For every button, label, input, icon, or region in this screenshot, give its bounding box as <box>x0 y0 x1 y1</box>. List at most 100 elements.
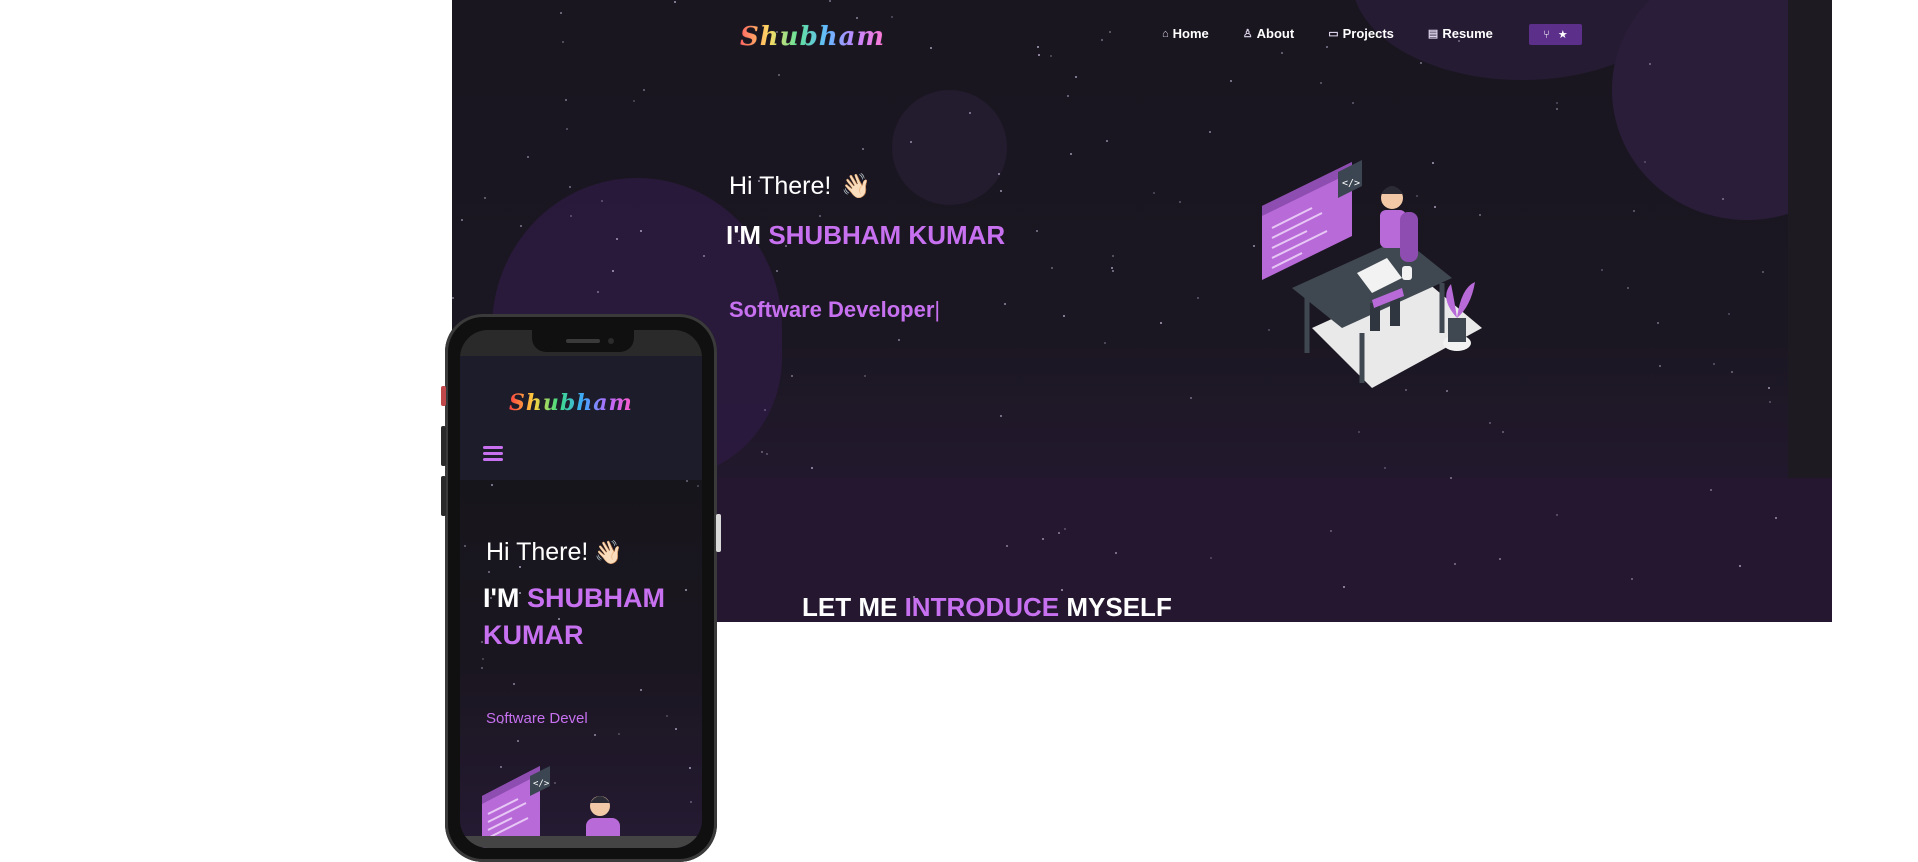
nav-home[interactable]: ⌂ Home <box>1162 26 1209 41</box>
mobile-typewriter-text: Software Devel <box>486 710 588 727</box>
star <box>1281 52 1283 54</box>
star <box>452 297 454 299</box>
mobile-site-logo[interactable]: Shubham <box>509 390 633 416</box>
star <box>1036 230 1038 232</box>
star-icon: ★ <box>1557 29 1568 41</box>
mobile-heading-name: I'M SHUBHAM KUMAR <box>483 580 693 654</box>
star <box>1190 397 1192 399</box>
star <box>1153 192 1155 194</box>
star <box>1320 82 1322 84</box>
star <box>565 99 567 101</box>
star <box>1101 39 1103 41</box>
star <box>1050 55 1052 57</box>
star <box>1659 365 1661 367</box>
star <box>1384 467 1386 469</box>
star <box>1728 313 1730 315</box>
star <box>520 225 522 227</box>
star <box>856 17 858 19</box>
star <box>1731 371 1733 373</box>
star <box>1450 477 1452 479</box>
star <box>1739 565 1741 567</box>
star <box>829 0 831 2</box>
star <box>1063 315 1065 317</box>
star <box>910 141 912 143</box>
background-blob <box>892 90 1007 205</box>
star <box>1722 198 1724 200</box>
star <box>1454 563 1456 565</box>
projects-icon: ▭ <box>1328 28 1339 40</box>
star <box>488 571 490 573</box>
star <box>562 41 564 43</box>
star <box>1769 401 1771 403</box>
star <box>1067 95 1069 97</box>
star <box>616 238 618 240</box>
star <box>791 375 793 377</box>
star <box>1106 140 1108 142</box>
star <box>930 47 932 49</box>
star <box>1070 153 1072 155</box>
hamburger-menu-icon[interactable] <box>483 446 503 462</box>
camera <box>608 338 614 344</box>
star <box>1601 269 1603 271</box>
star <box>1762 271 1764 273</box>
star <box>675 728 677 730</box>
star <box>1710 489 1712 491</box>
star <box>1058 532 1060 534</box>
star <box>1000 415 1002 417</box>
scrollbar-track[interactable] <box>1788 0 1832 478</box>
star <box>891 16 893 18</box>
star <box>811 467 813 469</box>
star <box>1000 190 1002 192</box>
star <box>461 219 463 221</box>
star <box>464 545 466 547</box>
greeting-text: Hi There! <box>729 172 832 200</box>
nav-home-label: Home <box>1172 26 1209 41</box>
star <box>1004 303 1006 305</box>
user-icon: ♙ <box>1242 28 1253 40</box>
star <box>1556 514 1558 516</box>
star <box>527 156 529 158</box>
star <box>998 173 1000 175</box>
star <box>1627 287 1629 289</box>
star <box>1179 201 1181 203</box>
star <box>1649 63 1651 65</box>
nav-about[interactable]: ♙ About <box>1243 26 1294 41</box>
phone-screen: Shubham Hi There! 👋🏻 I'M SHUBHAM KUMAR So… <box>460 330 702 848</box>
nav-projects[interactable]: ▭ Projects <box>1328 26 1394 41</box>
star <box>513 683 515 685</box>
star <box>1489 422 1491 424</box>
star <box>612 270 614 272</box>
phone-mockup: Shubham Hi There! 👋🏻 I'M SHUBHAM KUMAR So… <box>441 314 721 862</box>
star <box>1104 342 1106 344</box>
star <box>1343 586 1345 588</box>
star <box>1064 528 1066 530</box>
name-highlight: SHUBHAM KUMAR <box>768 220 1006 250</box>
intro-highlight: INTRODUCE <box>904 592 1060 622</box>
star <box>570 215 572 217</box>
star <box>1420 62 1422 64</box>
nav-about-label: About <box>1256 26 1295 41</box>
intro-part1: LET ME <box>802 592 898 622</box>
home-indicator-bar <box>460 836 702 848</box>
star <box>560 12 562 14</box>
star <box>640 689 642 691</box>
nav-resume[interactable]: ▤ Resume <box>1428 26 1493 41</box>
star <box>1042 538 1044 540</box>
star <box>1556 108 1558 110</box>
phone-side-button <box>441 386 446 406</box>
github-star-button[interactable]: ⑂ ★ <box>1529 24 1582 45</box>
star <box>666 715 668 717</box>
star <box>643 89 645 91</box>
star <box>690 801 692 803</box>
star <box>703 255 705 257</box>
star <box>1038 54 1040 56</box>
star <box>1775 517 1777 519</box>
heading-name: I'M SHUBHAM KUMAR <box>726 220 1005 251</box>
star <box>1160 322 1162 324</box>
site-logo[interactable]: Shubham <box>740 22 885 52</box>
developer-illustration: </> <box>1262 160 1482 388</box>
iam-prefix: I'M <box>726 220 762 250</box>
star <box>1330 530 1332 532</box>
star <box>1499 558 1501 560</box>
mobile-navbar: Shubham <box>460 356 702 480</box>
